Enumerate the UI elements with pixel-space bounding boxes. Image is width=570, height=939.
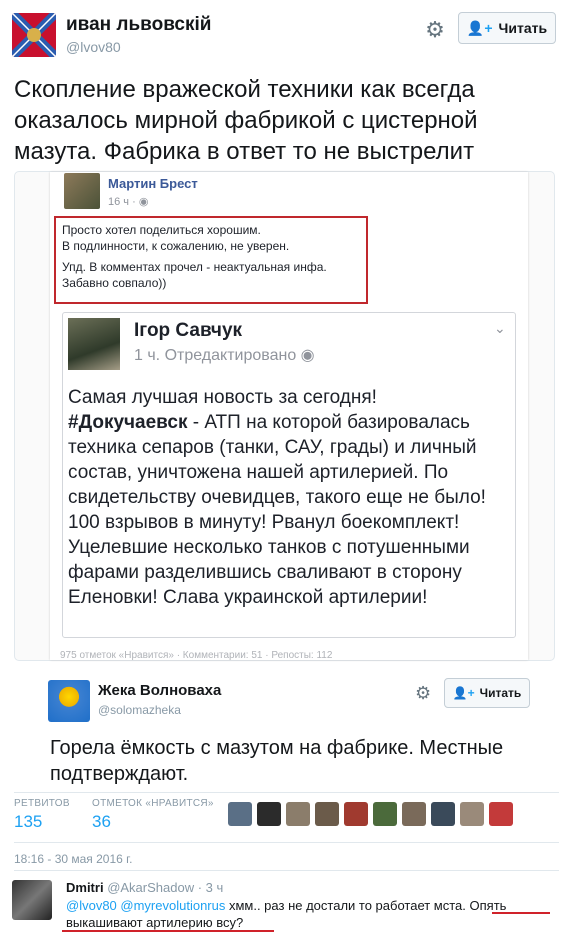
reply-header: Dmitri @AkarShadow · 3 ч [66,880,223,895]
hashtag: #Докучаевск [68,412,188,433]
divider [14,792,559,793]
red-underline [62,930,274,932]
retweets-label[interactable]: РЕТВИТОВ [14,798,70,809]
liker-avatar[interactable] [460,802,484,826]
mention-link[interactable]: @myrevolutionrus [120,898,225,913]
shared-author-name: Ігор Савчук [134,320,243,341]
reply-text: @lvov80 @myrevolutionrus хмм.. раз не до… [66,898,507,930]
fb-author-avatar [64,173,100,209]
follow-label: Читать [498,20,548,36]
reply-author-handle[interactable]: @AkarShadow [107,880,194,895]
liker-avatar[interactable] [344,802,368,826]
liker-avatar[interactable] [402,802,426,826]
likes-label[interactable]: ОТМЕТОК «НРАВИТСЯ» [92,798,214,809]
fb-post-time: 16 ч · ◉ [108,196,149,208]
quoted-follow-button[interactable]: 👤+ Читать [444,678,530,708]
quoted-name[interactable]: Жека Волноваха [98,682,221,699]
shared-post-body: Самая лучшая новость за сегодня! #Докуча… [68,387,486,608]
avatar[interactable] [12,13,56,57]
fb-line: Просто хотел поделиться хорошим. [62,223,261,237]
liker-avatar[interactable] [286,802,310,826]
fb-author-name: Мартин Брест [108,176,198,191]
add-user-icon: 👤+ [452,686,475,700]
globe-icon: ◉ [300,347,315,364]
quoted-text: Горела ёмкость с мазутом на фабрике. Мес… [50,737,504,785]
liker-avatar[interactable] [489,802,513,826]
follow-button[interactable]: 👤+ Читать [458,12,556,44]
reply-author-name[interactable]: Dmitri [66,880,104,895]
red-underline [492,912,550,914]
retweets-count[interactable]: 135 [14,812,42,832]
globe-icon: ◉ [138,196,149,208]
tweet-text: Скопление вражеской техники как всегда о… [14,76,478,165]
likes-count[interactable]: 36 [92,812,111,832]
fb-line: В подлинности, к сожалению, не уверен. [62,239,290,253]
fb-line: Забавно совпало)) [62,276,167,290]
gear-icon[interactable]: ⚙ [422,17,448,43]
mention-link[interactable]: @lvov80 [66,898,117,913]
likers-list [228,802,513,826]
quoted-avatar[interactable] [48,680,90,722]
liker-avatar[interactable] [228,802,252,826]
liker-avatar[interactable] [431,802,455,826]
chevron-down-icon: ⌄ [494,320,506,336]
liker-avatar[interactable] [315,802,339,826]
shared-author-avatar [68,318,120,370]
fb-line: Упд. В комментах прочел - неактуальная и… [62,260,327,274]
liker-avatar[interactable] [373,802,397,826]
reply-time[interactable]: · 3 ч [198,880,224,895]
liker-avatar[interactable] [257,802,281,826]
highlighted-text-box: Просто хотел поделиться хорошим. В подли… [54,216,368,304]
quoted-handle[interactable]: @solomazheka [98,703,181,717]
add-user-icon: 👤+ [466,19,493,36]
fb-post-footer: 975 отметок «Нравится» · Комментарии: 51… [60,650,333,661]
gear-icon[interactable]: ⚙ [415,683,431,704]
divider [14,870,559,871]
reply-avatar[interactable] [12,880,52,920]
author-handle[interactable]: @lvov80 [66,39,121,55]
tweet-date[interactable]: 18:16 - 30 мая 2016 г. [14,852,132,866]
divider [14,842,559,843]
shared-post-time: 1 ч. Отредактировано ◉ [134,347,315,364]
author-name[interactable]: иван львовскiй [66,14,211,36]
